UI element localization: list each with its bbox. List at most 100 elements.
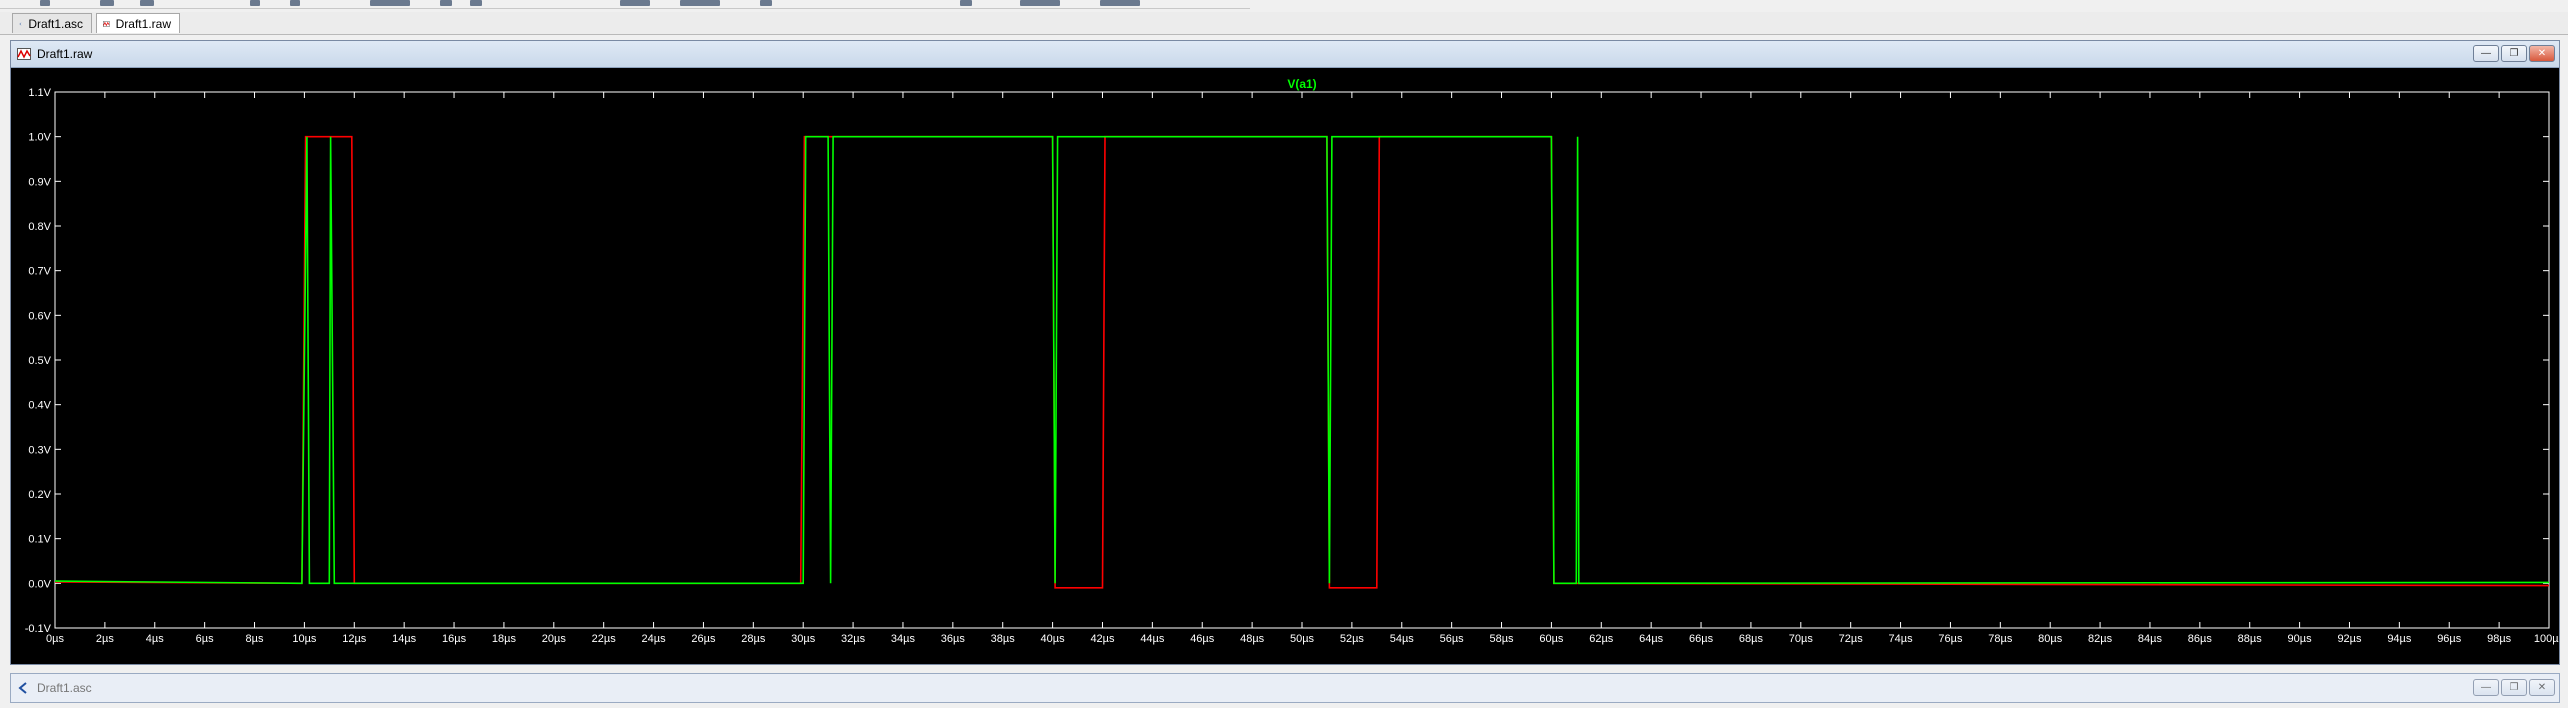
y-tick-label: 0.7V	[28, 266, 51, 278]
x-tick-label: 36µs	[941, 633, 966, 645]
x-tick-label: 40µs	[1041, 633, 1066, 645]
x-tick-label: 30µs	[791, 633, 816, 645]
x-tick-label: 22µs	[592, 633, 617, 645]
x-tick-label: 12µs	[342, 633, 367, 645]
y-tick-label: 1.1V	[28, 87, 51, 99]
x-tick-label: 72µs	[1839, 633, 1864, 645]
x-tick-label: 26µs	[691, 633, 716, 645]
close-button[interactable]: ✕	[2529, 45, 2555, 62]
toolbar-button[interactable]	[140, 0, 154, 6]
minimize-icon: —	[2481, 48, 2491, 59]
trace-unlabeled	[54, 135, 2550, 589]
x-tick-label: 18µs	[492, 633, 517, 645]
x-tick-label: 64µs	[1639, 633, 1664, 645]
toolbar-button[interactable]	[40, 0, 50, 6]
minimize-icon: —	[2481, 682, 2491, 693]
toolbar-button[interactable]	[760, 0, 772, 6]
x-tick-label: 28µs	[741, 633, 766, 645]
x-tick-label: 58µs	[1489, 633, 1514, 645]
y-tick-label: 0.8V	[28, 221, 51, 233]
x-tick-label: 32µs	[841, 633, 866, 645]
waveform-window-titlebar[interactable]: Draft1.raw — ❐ ✕	[11, 41, 2559, 68]
x-tick-label: 8µs	[246, 633, 264, 645]
x-tick-label: 100µs	[2534, 633, 2559, 645]
tab-label: Draft1.raw	[115, 16, 171, 31]
y-tick-label: 1.0V	[28, 132, 51, 144]
x-tick-label: 52µs	[1340, 633, 1365, 645]
toolbar-button[interactable]	[680, 0, 720, 6]
close-button[interactable]: ✕	[2529, 679, 2555, 696]
schematic-window-titlebar[interactable]: Draft1.asc — ❐ ✕	[10, 673, 2560, 703]
x-tick-label: 44µs	[1140, 633, 1165, 645]
x-tick-label: 34µs	[891, 633, 916, 645]
legend-label: V(a1)	[1287, 77, 1316, 91]
x-tick-label: 90µs	[2288, 633, 2313, 645]
x-tick-label: 96µs	[2437, 633, 2462, 645]
x-tick-label: 56µs	[1440, 633, 1465, 645]
minimize-button[interactable]: —	[2473, 679, 2499, 696]
x-tick-label: 4µs	[146, 633, 164, 645]
x-tick-label: 10µs	[292, 633, 317, 645]
y-tick-label: 0.5V	[28, 355, 51, 367]
y-tick-label: 0.1V	[28, 534, 51, 546]
toolbar	[0, 0, 1250, 9]
x-tick-label: 94µs	[2387, 633, 2412, 645]
x-tick-label: 80µs	[2038, 633, 2063, 645]
window-title: Draft1.raw	[37, 47, 93, 61]
x-tick-label: 0µs	[46, 633, 64, 645]
x-tick-label: 98µs	[2487, 633, 2512, 645]
x-tick-label: 74µs	[1889, 633, 1914, 645]
restore-icon: ❐	[2509, 682, 2519, 693]
x-tick-label: 76µs	[1938, 633, 1963, 645]
x-tick-label: 24µs	[642, 633, 667, 645]
plot-area[interactable]: -0.1V 0.0V 0.1V 0.2V 0.3V 0.4V 0.5V 0.6V 0.7V 0.8…	[11, 68, 2565, 664]
toolbar-button[interactable]	[290, 0, 300, 6]
close-icon: ✕	[2537, 682, 2547, 693]
toolbar-button[interactable]	[1020, 0, 1060, 6]
y-tick-label: 0.0V	[28, 578, 51, 590]
window-title: Draft1.asc	[37, 681, 92, 695]
toolbar-button[interactable]	[250, 0, 260, 6]
toolbar-button[interactable]	[470, 0, 482, 6]
x-tick-label: 16µs	[442, 633, 467, 645]
x-tick-label: 70µs	[1789, 633, 1814, 645]
waveform-icon	[103, 20, 110, 27]
close-icon: ✕	[2537, 48, 2547, 59]
x-tick-label: 46µs	[1190, 633, 1215, 645]
y-tick-label: 0.6V	[28, 310, 51, 322]
y-tick-label: 0.4V	[28, 400, 51, 412]
toolbar-button[interactable]	[960, 0, 972, 6]
restore-icon: ❐	[2509, 48, 2519, 59]
x-tick-label: 84µs	[2138, 633, 2163, 645]
x-tick-label: 14µs	[392, 633, 417, 645]
x-tick-label: 2µs	[96, 633, 114, 645]
plot-frame	[54, 91, 2550, 629]
x-tick-label: 54µs	[1390, 633, 1415, 645]
x-tick-label: 20µs	[542, 633, 567, 645]
minimize-button[interactable]: —	[2473, 45, 2499, 62]
tab-draft1-asc[interactable]: Draft1.asc	[12, 13, 92, 33]
restore-button[interactable]: ❐	[2501, 679, 2527, 696]
toolbar-button[interactable]	[440, 0, 452, 6]
x-tick-label: 38µs	[991, 633, 1016, 645]
waveform-chart[interactable]: -0.1V0.0V0.1V0.2V0.3V0.4V0.5V0.6V0.7V0.8…	[11, 68, 2565, 664]
waveform-icon	[17, 48, 31, 60]
x-tick-label: 88µs	[2238, 633, 2263, 645]
x-tick-label: 6µs	[196, 633, 214, 645]
x-tick-label: 66µs	[1689, 633, 1714, 645]
y-tick-label: 0.3V	[28, 444, 51, 456]
tab-draft1-raw[interactable]: Draft1.raw	[96, 13, 180, 33]
toolbar-button[interactable]	[370, 0, 410, 6]
x-tick-label: 92µs	[2337, 633, 2362, 645]
tab-label: Draft1.asc	[28, 16, 83, 31]
x-tick-label: 50µs	[1290, 633, 1315, 645]
x-tick-label: 82µs	[2088, 633, 2113, 645]
toolbar-button[interactable]	[100, 0, 114, 6]
waveform-window: Draft1.raw — ❐ ✕ -0.1V 0.0V 0.1V 0.2V 0.3V 0.…	[10, 40, 2565, 665]
x-tick-label: 78µs	[1988, 633, 2013, 645]
toolbar-button[interactable]	[1100, 0, 1140, 6]
restore-button[interactable]: ❐	[2501, 45, 2527, 62]
toolbar-button[interactable]	[620, 0, 650, 6]
schematic-icon	[18, 682, 27, 694]
x-tick-label: 60µs	[1539, 633, 1564, 645]
